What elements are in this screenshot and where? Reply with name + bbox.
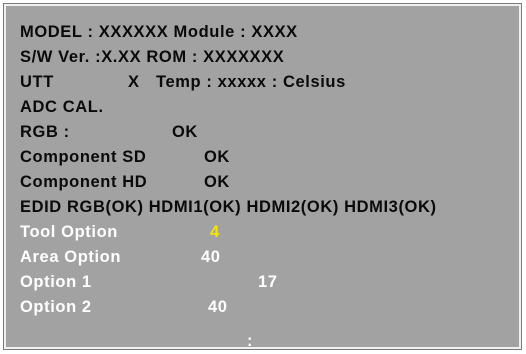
component-sd-status: OK (204, 148, 230, 166)
area-option-value[interactable]: 40 (201, 247, 221, 267)
utt-label: UTT (20, 73, 54, 91)
component-sd-label: Component SD (20, 148, 147, 166)
option-1-value[interactable]: 17 (258, 272, 278, 292)
tool-option-value[interactable]: 4 (210, 222, 220, 242)
service-menu-panel: MODEL : XXXXXX Module : XXXX S/W Ver. :X… (4, 4, 521, 350)
component-hd-label: Component HD (20, 173, 148, 191)
sw-version-text: S/W Ver. :X.XX ROM : XXXXXXX (20, 48, 285, 66)
model-text: MODEL : XXXXXX Module : XXXX (20, 23, 298, 41)
component-hd-status: OK (204, 173, 230, 191)
option-1-label: Option 1 (20, 273, 92, 291)
tool-option-label: Tool Option (20, 223, 118, 241)
rgb-label: RGB : (20, 123, 70, 141)
footer-colon: : (247, 332, 254, 350)
temp-text: Temp : xxxxx : Celsius (156, 73, 346, 91)
area-option-label: Area Option (20, 248, 122, 266)
edid-text: EDID RGB(OK) HDMI1(OK) HDMI2(OK) HDMI3(O… (20, 198, 437, 216)
option-2-value[interactable]: 40 (208, 297, 228, 317)
utt-value: X (128, 73, 140, 91)
option-2-label: Option 2 (20, 298, 92, 316)
rgb-status: OK (172, 123, 198, 141)
adc-cal-label: ADC CAL. (20, 98, 104, 116)
